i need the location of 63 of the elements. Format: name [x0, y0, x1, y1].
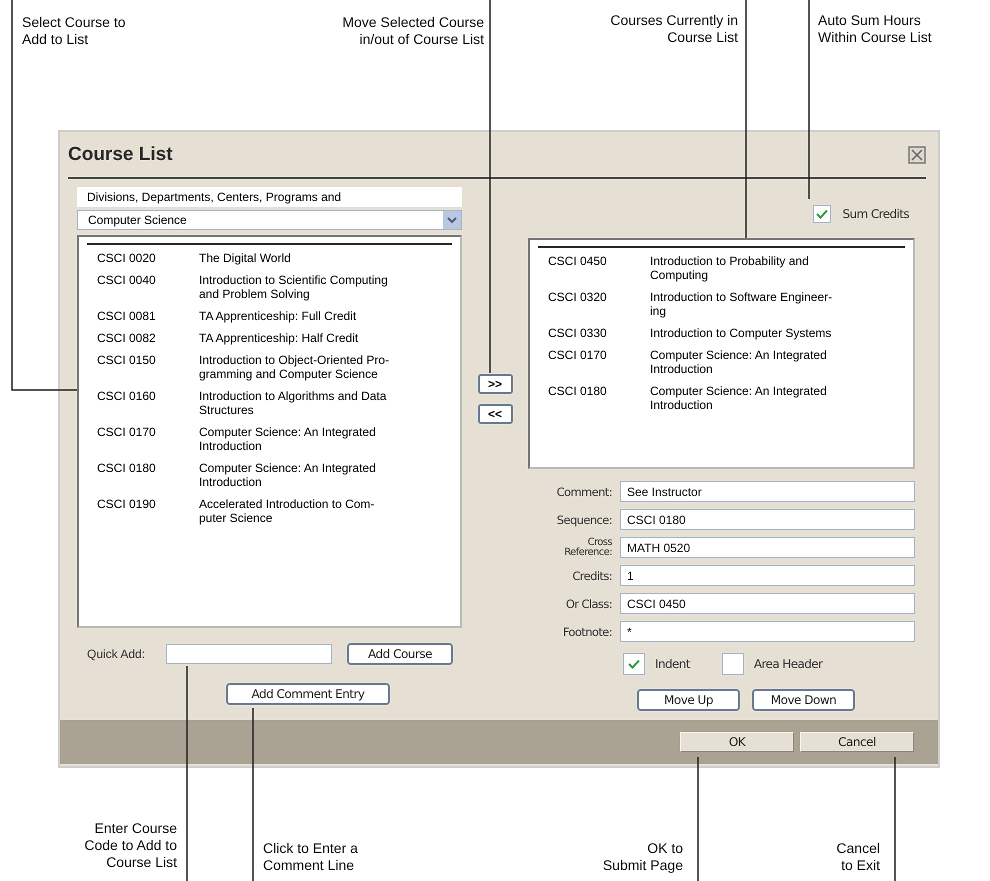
add-comment-button[interactable]: Add Comment Entry — [226, 683, 390, 705]
department-label: Divisions, Departments, Centers, Programs and — [77, 187, 462, 207]
course-code: CSCI 0320 — [548, 290, 608, 306]
callout-text: Move Selected Course in/out of Course List — [341, 14, 484, 48]
callout-text: Enter Course Code to Add to Course List — [83, 820, 177, 871]
course-title: TA Apprenticeship: Half Credit — [199, 331, 358, 345]
text-field[interactable]: 1 — [620, 565, 915, 586]
callout-text: Auto Sum Hours Within Course List — [818, 12, 933, 46]
course-code: CSCI 0190 — [97, 497, 157, 513]
course-title: Computer Science: An Integrated Introduction — [199, 461, 376, 489]
course-code: CSCI 0040 — [97, 273, 157, 289]
course-code: CSCI 0170 — [97, 425, 157, 441]
course-title: Introduction to Software Engineer- ing — [650, 290, 832, 318]
move-button[interactable]: >> — [478, 374, 512, 394]
course-code: CSCI 0160 — [97, 389, 157, 405]
field-label: Or Class: — [564, 596, 612, 610]
department-select[interactable]: Computer Science — [77, 210, 462, 230]
text-field[interactable]: * — [620, 621, 915, 642]
course-title: Introduction to Probability and Computing — [650, 254, 809, 282]
course-title: The Digital World — [199, 251, 291, 265]
course-title: Introduction to Computer Systems — [650, 326, 832, 340]
footer-button[interactable]: OK — [680, 732, 794, 752]
text-field[interactable]: See Instructor — [620, 481, 915, 502]
course-code: CSCI 0082 — [97, 331, 157, 345]
course-code: CSCI 0170 — [548, 348, 608, 364]
dialog-title: Course List — [68, 144, 173, 166]
add-course-button[interactable]: Add Course — [347, 643, 453, 665]
course-code: CSCI 0180 — [548, 384, 608, 400]
field-label: Footnote: — [562, 624, 612, 638]
course-title: TA Apprenticeship: Full Credit — [199, 309, 356, 323]
callout-text: Select Course to Add to List — [22, 14, 126, 48]
text-field[interactable]: CSCI 0180 — [620, 509, 915, 530]
callout-text: Courses Currently in Course List — [609, 12, 738, 46]
order-button[interactable]: Move Up — [637, 689, 740, 711]
course-code: CSCI 0150 — [97, 353, 157, 369]
course-code: CSCI 0180 — [97, 461, 157, 477]
course-title: Introduction to Object-Oriented Pro- gramming and Computer Science — [199, 353, 390, 381]
quick-add-label: Quick Add: — [87, 647, 146, 661]
course-title: Accelerated Introduction to Com- puter Science — [199, 497, 374, 525]
option-label: Area Header — [754, 657, 822, 671]
course-code: CSCI 0020 — [97, 251, 157, 265]
course-code: CSCI 0081 — [97, 309, 157, 323]
course-title: Introduction to Scientific Computing and Problem Solving — [199, 273, 388, 301]
course-code: CSCI 0330 — [548, 326, 608, 340]
sum-credits-label: Sum Credits — [842, 207, 909, 221]
callout-text: Click to Enter a Comment Line — [263, 840, 359, 874]
course-title: Introduction to Algorithms and Data Structures — [199, 389, 386, 417]
field-label: Comment: — [556, 484, 612, 498]
footer-button[interactable]: Cancel — [800, 732, 914, 752]
course-title: Computer Science: An Integrated Introduction — [650, 348, 827, 376]
field-label: Credits: — [571, 568, 612, 582]
callout-text: Cancel to Exit — [835, 840, 880, 874]
order-button[interactable]: Move Down — [752, 689, 855, 711]
course-title: Computer Science: An Integrated Introduction — [650, 384, 827, 412]
callout-text: OK to Submit Page — [602, 840, 683, 874]
option-label: Indent — [655, 657, 690, 671]
field-label: Sequence: — [556, 512, 612, 526]
field-label: Cross Reference: — [563, 538, 612, 558]
text-field[interactable]: MATH 0520 — [620, 537, 915, 558]
text-field[interactable]: CSCI 0450 — [620, 593, 915, 614]
course-code: CSCI 0450 — [548, 254, 608, 270]
move-button[interactable]: << — [478, 404, 512, 424]
course-title: Computer Science: An Integrated Introduction — [199, 425, 376, 453]
